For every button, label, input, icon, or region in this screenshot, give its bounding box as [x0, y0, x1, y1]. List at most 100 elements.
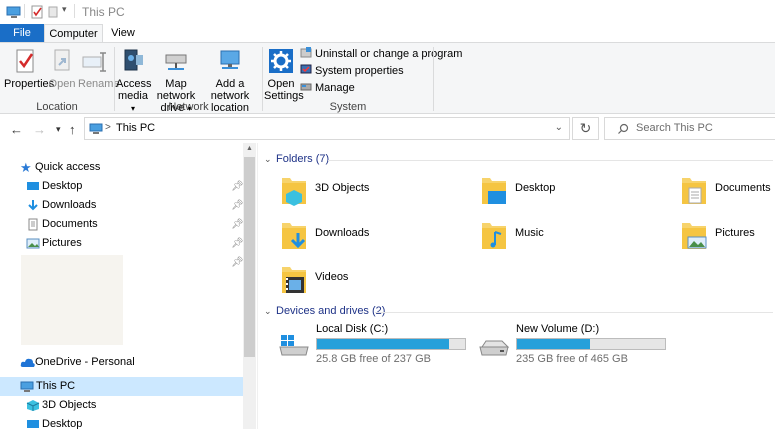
- system-group-label: System: [329, 101, 367, 113]
- drive-label: Local Disk (C:): [316, 323, 389, 335]
- open-label: Open: [48, 78, 76, 90]
- open-settings-button[interactable]: Open Settings: [264, 47, 304, 102]
- collapse-chevron-icon[interactable]: ⌄: [264, 306, 272, 317]
- rename-icon: [82, 52, 106, 72]
- windows-drive-icon: [279, 335, 309, 356]
- folder-downloads-icon: [282, 223, 306, 249]
- system-properties-label: System properties: [315, 65, 404, 77]
- sidebar-item-quick-access[interactable]: ★ Quick access: [20, 158, 240, 177]
- pin-icon[interactable]: 📌︎: [231, 257, 244, 268]
- sidebar-item-label: Desktop: [42, 418, 83, 429]
- folder-label: Music: [515, 227, 544, 239]
- sidebar-item-onedrive[interactable]: OneDrive - Personal: [20, 353, 240, 372]
- window-title: This PC: [82, 5, 125, 19]
- desktop-icon: [27, 182, 39, 190]
- uninstall-label: Uninstall or change a program: [315, 48, 463, 60]
- folder-videos-icon: [282, 267, 306, 293]
- uninstall-program-button[interactable]: Uninstall or change a program: [300, 46, 462, 62]
- folder-pictures-icon: [682, 223, 707, 249]
- manage-button[interactable]: Manage: [300, 80, 355, 96]
- navigation-pane: ★ Quick access Desktop Downloads Documen…: [0, 143, 257, 429]
- sidebar-item-documents[interactable]: Documents: [26, 215, 236, 234]
- back-arrow-icon[interactable]: ←: [10, 122, 23, 137]
- address-bar[interactable]: > This PC ⌄: [84, 117, 570, 140]
- drive-usage-fill: [517, 339, 591, 349]
- title-bar: ▾ This PC: [0, 0, 775, 24]
- refresh-icon: ↻: [579, 120, 592, 136]
- open-button[interactable]: Open: [48, 47, 76, 90]
- location-group-label: Location: [36, 101, 78, 113]
- ribbon: Properties Open Rename Location Access m…: [0, 42, 775, 114]
- folder-label: Downloads: [315, 227, 370, 239]
- drives-section-header[interactable]: Devices and drives (2): [276, 305, 385, 317]
- search-input[interactable]: Search This PC: [604, 117, 775, 140]
- new-folder-quick-icon[interactable]: [48, 5, 58, 19]
- section-divider: [328, 160, 773, 161]
- system-properties-icon: [300, 64, 312, 74]
- tab-computer[interactable]: Computer: [44, 24, 103, 43]
- access-media-label-1: Access: [116, 78, 152, 90]
- system-properties-button[interactable]: System properties: [300, 63, 404, 79]
- open-icon: [54, 49, 70, 71]
- folder-music[interactable]: Music: [480, 219, 680, 259]
- sidebar-item-this-pc[interactable]: This PC: [0, 377, 243, 396]
- sidebar-item-desktop[interactable]: Desktop: [26, 177, 236, 196]
- map-drive-label-1: Map network: [156, 78, 196, 102]
- breadcrumb-separator-icon[interactable]: >: [105, 122, 111, 133]
- nav-scrollbar-thumb[interactable]: [244, 157, 255, 357]
- navigation-bar: ← → ▾ ↑ > This PC ⌄ ↻ Search This PC: [0, 115, 775, 143]
- properties-button[interactable]: Properties: [4, 47, 54, 90]
- folder-label: Documents: [715, 182, 771, 194]
- customize-quick-access-icon[interactable]: ▾: [62, 4, 67, 15]
- scroll-up-icon[interactable]: ▲: [246, 145, 253, 152]
- recent-locations-chevron-icon[interactable]: ▾: [56, 124, 61, 135]
- drive-label: New Volume (D:): [516, 323, 600, 335]
- folder-pictures[interactable]: Pictures: [680, 219, 775, 259]
- pin-icon[interactable]: 📌︎: [231, 238, 244, 249]
- uninstall-icon: [300, 47, 312, 58]
- search-icon: [618, 123, 629, 134]
- up-arrow-icon[interactable]: ↑: [69, 122, 76, 137]
- pin-icon[interactable]: 📌︎: [231, 181, 244, 192]
- sidebar-item-desktop-pc[interactable]: Desktop: [26, 415, 236, 429]
- drive-d[interactable]: New Volume (D:) 235 GB free of 465 GB: [478, 323, 678, 368]
- tab-view[interactable]: View: [103, 24, 143, 43]
- search-placeholder: Search This PC: [636, 122, 713, 134]
- drive-icon: [479, 340, 510, 356]
- drive-free-space: 25.8 GB free of 237 GB: [316, 353, 431, 365]
- folders-section-header[interactable]: Folders (7): [276, 153, 329, 165]
- folder-3d-objects-icon: [282, 178, 306, 206]
- collapse-chevron-icon[interactable]: ⌄: [264, 154, 272, 165]
- sidebar-item-downloads[interactable]: Downloads: [26, 196, 236, 215]
- address-dropdown-icon[interactable]: ⌄: [555, 122, 563, 133]
- drive-usage-bar: [516, 338, 666, 350]
- forward-arrow-icon[interactable]: →: [33, 122, 46, 137]
- download-arrow-icon: [28, 200, 38, 211]
- sidebar-item-3d-objects[interactable]: 3D Objects: [26, 396, 236, 415]
- properties-icon: [16, 49, 34, 73]
- sidebar-item-pictures[interactable]: Pictures: [26, 234, 236, 253]
- sidebar-item-label: Quick access: [35, 161, 101, 173]
- refresh-button[interactable]: ↻: [572, 117, 599, 140]
- pin-icon[interactable]: 📌︎: [231, 219, 244, 230]
- sidebar-item-label: Downloads: [42, 199, 97, 211]
- network-drive-icon: [165, 54, 187, 70]
- folder-music-icon: [482, 223, 506, 249]
- breadcrumb-this-pc[interactable]: This PC: [116, 122, 155, 134]
- ribbon-tabs: File Computer View: [0, 24, 775, 43]
- gear-icon: [269, 49, 293, 73]
- folder-downloads[interactable]: Downloads: [280, 219, 480, 259]
- rename-button[interactable]: Rename: [78, 47, 120, 90]
- properties-quick-icon[interactable]: [31, 5, 43, 19]
- sidebar-item-label: OneDrive - Personal: [35, 356, 135, 368]
- sidebar-item-label: Desktop: [42, 180, 83, 192]
- pin-icon[interactable]: 📌︎: [231, 200, 244, 211]
- drive-c[interactable]: Local Disk (C:) 25.8 GB free of 237 GB: [278, 323, 478, 368]
- drive-usage-fill: [317, 339, 449, 349]
- tab-file[interactable]: File: [0, 24, 44, 43]
- folder-desktop[interactable]: Desktop: [480, 174, 680, 214]
- folder-videos[interactable]: Videos: [280, 263, 480, 303]
- folder-documents[interactable]: Documents: [680, 174, 775, 214]
- folder-3d-objects[interactable]: 3D Objects: [280, 174, 480, 214]
- drive-usage-bar: [316, 338, 466, 350]
